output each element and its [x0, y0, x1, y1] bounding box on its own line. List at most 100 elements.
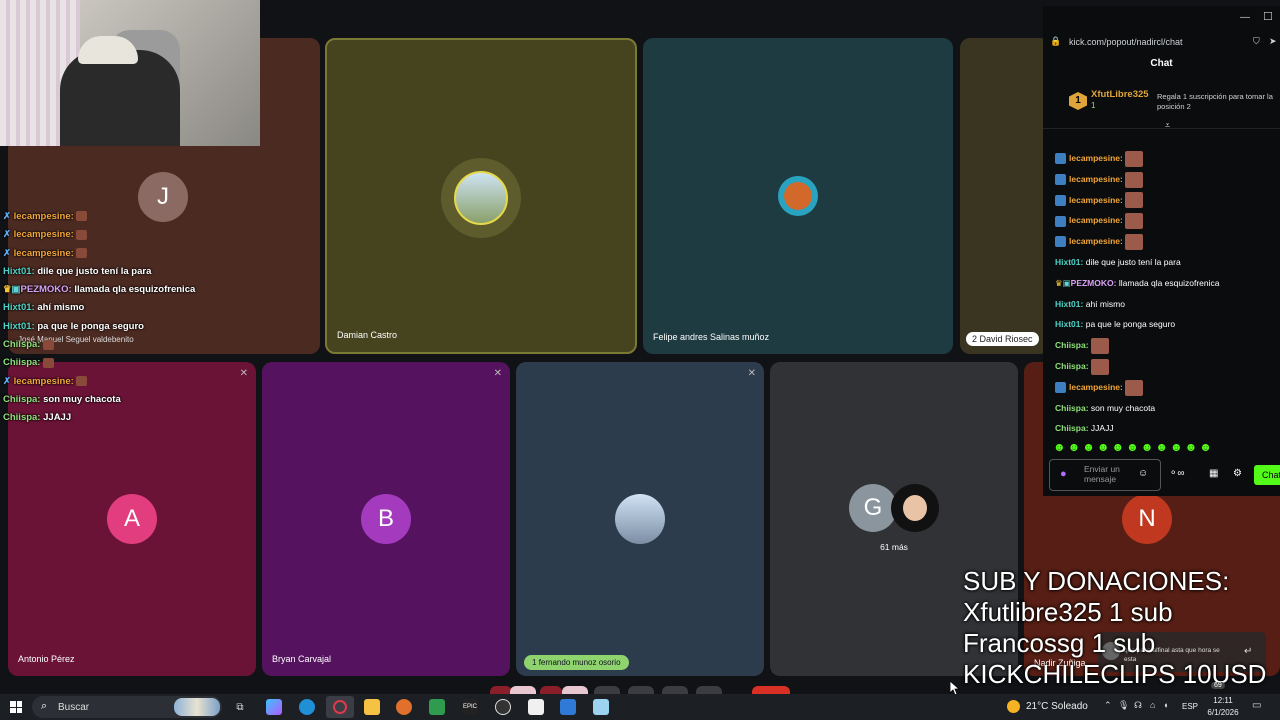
address-bar[interactable]: 🔒 kick.com/popout/nadircl/chat ⛉ ➤: [1043, 32, 1280, 54]
volume-icon[interactable]: ◖: [1163, 700, 1168, 710]
chat-username[interactable]: lecampesine:: [1069, 236, 1123, 246]
control-button[interactable]: [662, 686, 688, 694]
emoji-icon[interactable]: ☺: [1138, 468, 1148, 479]
participant-name-pill: 1 fernando munoz osorio: [524, 655, 629, 670]
chat-text: son muy chacota: [43, 393, 121, 405]
sub-overlay-line: Xfutlibre325 1 sub: [963, 597, 1173, 627]
tile-david[interactable]: 2 David Riosec: [960, 38, 1050, 354]
overlay-chat-row: Chiispa: JJAJJ: [3, 409, 263, 427]
avatar-antonio: A: [107, 494, 157, 544]
send-chat-button[interactable]: Chat: [1254, 465, 1280, 485]
copilot-icon[interactable]: [266, 699, 282, 715]
tile-bryan[interactable]: ✕ B Bryan Carvajal: [262, 362, 510, 676]
overlay-chat-row: ✗ lecampesine:: [3, 245, 263, 263]
chat-username[interactable]: Hixt01:: [1055, 299, 1083, 309]
control-button[interactable]: [490, 686, 512, 694]
emote-icon: [1125, 171, 1144, 188]
chat-username[interactable]: lecampesine:: [1069, 215, 1123, 225]
chat-username[interactable]: lecampesine:: [1069, 174, 1123, 184]
gift-sub-cta[interactable]: Regala 1 suscripción para tomar la posic…: [1157, 92, 1277, 112]
avatar-bryan: B: [361, 494, 411, 544]
overlay-chat-row: ✗ lecampesine:: [3, 208, 263, 226]
control-button[interactable]: [562, 686, 588, 694]
chat-username: lecampesine:: [13, 247, 74, 259]
participant-name: Bryan Carvajal: [272, 654, 332, 664]
control-button[interactable]: [628, 686, 654, 694]
epic-games-icon[interactable]: EPIC: [462, 699, 478, 715]
store-icon[interactable]: [528, 699, 544, 715]
tile-damian-castro[interactable]: Damian Castro: [325, 38, 637, 354]
chat-username[interactable]: Chiispa:: [1055, 403, 1089, 413]
network-icon[interactable]: ⌂: [1150, 700, 1155, 710]
chat-text: JJAJJ: [43, 412, 72, 424]
emote-icon: [76, 211, 88, 222]
chat-username: lecampesine:: [13, 211, 74, 222]
taskbar-search[interactable]: ⌕ Buscar: [32, 696, 222, 718]
chat-message: ♛▣PEZMOKO: llamada qla esquizofrenica: [1055, 273, 1279, 294]
settings-icon[interactable]: ⚙: [1233, 468, 1242, 479]
sub-overlay-line: SUB Y DONACIONES:: [963, 566, 1230, 596]
end-call-button[interactable]: [752, 686, 790, 694]
control-button[interactable]: [540, 686, 562, 694]
notification-center-icon[interactable]: ▭: [1252, 700, 1261, 711]
chat-username[interactable]: lecampesine:: [1069, 195, 1123, 205]
chat-text: pa que le ponga seguro: [37, 320, 144, 332]
crown-badge-icon: ♛: [1055, 277, 1063, 288]
chat-text: ahí mismo: [1085, 298, 1125, 309]
mic-icon[interactable]: ●: [1060, 468, 1067, 480]
chat-message: lecampesine:: [1055, 231, 1279, 252]
streamer-webcam: [0, 0, 260, 146]
chat-username[interactable]: PEZMOKO:: [1071, 278, 1117, 288]
pinned-chevron-icon[interactable]: ⩡: [1165, 120, 1170, 131]
search-icon: ⌕: [41, 700, 48, 712]
tile-fernando[interactable]: ✕ 1 fernando munoz osorio: [516, 362, 764, 676]
emote-icon: [1125, 150, 1144, 167]
tile-felipe[interactable]: Felipe andres Salinas muñoz: [643, 38, 953, 354]
weather-icon: [1007, 700, 1020, 713]
obs-icon[interactable]: [495, 699, 511, 715]
control-button[interactable]: [696, 686, 722, 694]
microphone-icon[interactable]: 🎙: [1118, 700, 1129, 711]
minimize-icon[interactable]: —: [1240, 12, 1250, 23]
chat-username[interactable]: Chiispa:: [1055, 361, 1089, 371]
chat-message: Hixt01: pa que le ponga seguro: [1055, 314, 1279, 335]
app-icon-orange[interactable]: [396, 699, 412, 715]
maximize-icon[interactable]: ☐: [1263, 10, 1273, 23]
file-explorer-icon[interactable]: [364, 699, 380, 715]
edge-icon[interactable]: [299, 699, 315, 715]
chat-message: Chiispa: son muy chacota: [1055, 398, 1279, 419]
top-gifter-name[interactable]: XfutLibre325: [1091, 89, 1149, 100]
points-icon[interactable]: ⚬∞: [1169, 468, 1185, 479]
chat-username[interactable]: Chiispa:: [1055, 340, 1089, 350]
control-button[interactable]: [510, 686, 536, 694]
chat-text: pa que le ponga seguro: [1085, 319, 1176, 330]
participant-name: 2 David Riosec: [966, 332, 1039, 346]
sub-donations-overlay: SUB Y DONACIONES: Xfutlibre325 1 sub Fra…: [963, 566, 1266, 690]
weather-text[interactable]: 21°C Soleado: [1026, 701, 1088, 712]
chat-username[interactable]: Hixt01:: [1055, 257, 1083, 267]
app-icon-active[interactable]: [326, 696, 354, 718]
avatar-damian: [441, 158, 521, 238]
chat-username[interactable]: Hixt01:: [1055, 319, 1083, 329]
chat-text: dile que justo tení la para: [37, 265, 152, 277]
app-icon-blue[interactable]: [560, 699, 576, 715]
verified-badge-icon: [1055, 236, 1066, 248]
task-view-icon[interactable]: ⧉: [232, 699, 248, 715]
chat-username[interactable]: lecampesine:: [1069, 382, 1123, 392]
gift-icon[interactable]: ▦: [1209, 468, 1218, 479]
shield-icon[interactable]: ⛉: [1253, 36, 1260, 47]
app-icon-green[interactable]: [429, 699, 445, 715]
control-button[interactable]: [594, 686, 620, 694]
emote-icon: [1125, 233, 1144, 250]
language-indicator[interactable]: ESP: [1182, 702, 1198, 711]
headset-icon[interactable]: ☊: [1134, 700, 1142, 711]
clock[interactable]: 12:11 6/1/2026: [1206, 695, 1240, 719]
chat-username[interactable]: Chiispa:: [1055, 423, 1089, 433]
verified-badge-icon: [1055, 215, 1066, 227]
tray-chevron-icon[interactable]: ⌃: [1104, 700, 1112, 711]
chat-username[interactable]: lecampesine:: [1069, 153, 1123, 163]
send-to-icon[interactable]: ➤: [1269, 36, 1277, 47]
app-icon-lightblue[interactable]: [593, 699, 609, 715]
chat-input[interactable]: ● Enviar un mensaje ☺: [1049, 459, 1161, 491]
start-button[interactable]: [10, 701, 22, 713]
